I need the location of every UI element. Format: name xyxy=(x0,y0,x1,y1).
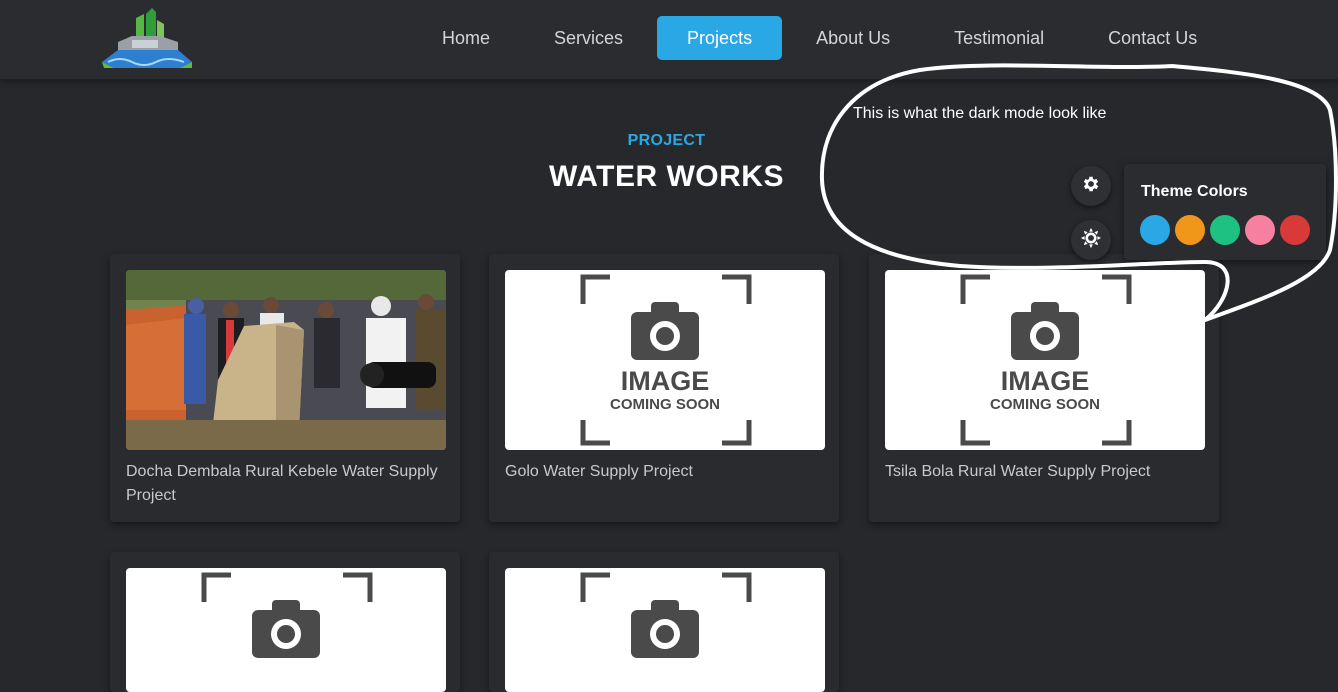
settings-button[interactable] xyxy=(1071,166,1111,206)
main-nav: Home Services Projects About Us Testimon… xyxy=(410,16,1229,60)
camera-icon xyxy=(252,600,320,658)
project-title[interactable]: Docha Dembala Rural Kebele Water Supply … xyxy=(126,460,446,508)
project-photo[interactable] xyxy=(126,270,446,450)
theme-swatch-pink[interactable] xyxy=(1245,215,1275,245)
placeholder-coming-soon-text: COMING SOON xyxy=(609,396,720,413)
nav-contact-us[interactable]: Contact Us xyxy=(1076,16,1229,60)
theme-swatch-orange[interactable] xyxy=(1175,215,1205,245)
project-card[interactable]: IMAGE COMING SOON Tsila Bola Rural Water… xyxy=(869,254,1219,522)
image-coming-soon[interactable]: IMAGE COMING SOON xyxy=(885,270,1205,450)
placeholder-coming-soon-text: COMING SOON xyxy=(989,396,1100,413)
theme-swatch-blue[interactable] xyxy=(1140,215,1170,245)
project-title[interactable]: Golo Water Supply Project xyxy=(505,460,825,484)
sun-icon xyxy=(1080,227,1102,254)
camera-icon xyxy=(631,600,699,658)
dark-mode-toggle[interactable] xyxy=(1071,220,1111,260)
site-logo[interactable] xyxy=(100,6,194,70)
nav-testimonial[interactable]: Testimonial xyxy=(922,16,1076,60)
navbar: Home Services Projects About Us Testimon… xyxy=(0,0,1338,80)
gear-icon xyxy=(1081,174,1101,199)
camera-icon xyxy=(631,302,699,360)
theme-swatches xyxy=(1140,215,1315,245)
placeholder-image-text: IMAGE xyxy=(620,366,710,396)
project-card[interactable] xyxy=(489,552,839,692)
theme-colors-panel: Theme Colors xyxy=(1124,164,1326,260)
nav-about-us[interactable]: About Us xyxy=(784,16,922,60)
nav-home[interactable]: Home xyxy=(410,16,522,60)
placeholder-image-text: IMAGE xyxy=(1000,366,1090,396)
annotation-text: This is what the dark mode look like xyxy=(853,105,1107,122)
project-card[interactable] xyxy=(110,552,460,692)
project-title[interactable]: Tsila Bola Rural Water Supply Project xyxy=(885,460,1205,484)
section-subtitle: PROJECT xyxy=(627,132,706,149)
project-card[interactable]: Docha Dembala Rural Kebele Water Supply … xyxy=(110,254,460,522)
image-coming-soon[interactable] xyxy=(505,568,825,692)
theme-swatch-green[interactable] xyxy=(1210,215,1240,245)
theme-swatch-red[interactable] xyxy=(1280,215,1310,245)
image-coming-soon[interactable]: IMAGE COMING SOON xyxy=(505,270,825,450)
nav-services[interactable]: Services xyxy=(522,16,655,60)
project-card[interactable]: IMAGE COMING SOON Golo Water Supply Proj… xyxy=(489,254,839,522)
nav-projects[interactable]: Projects xyxy=(657,16,783,60)
camera-icon xyxy=(1011,302,1079,360)
image-coming-soon[interactable] xyxy=(126,568,446,692)
theme-colors-title: Theme Colors xyxy=(1141,183,1248,200)
